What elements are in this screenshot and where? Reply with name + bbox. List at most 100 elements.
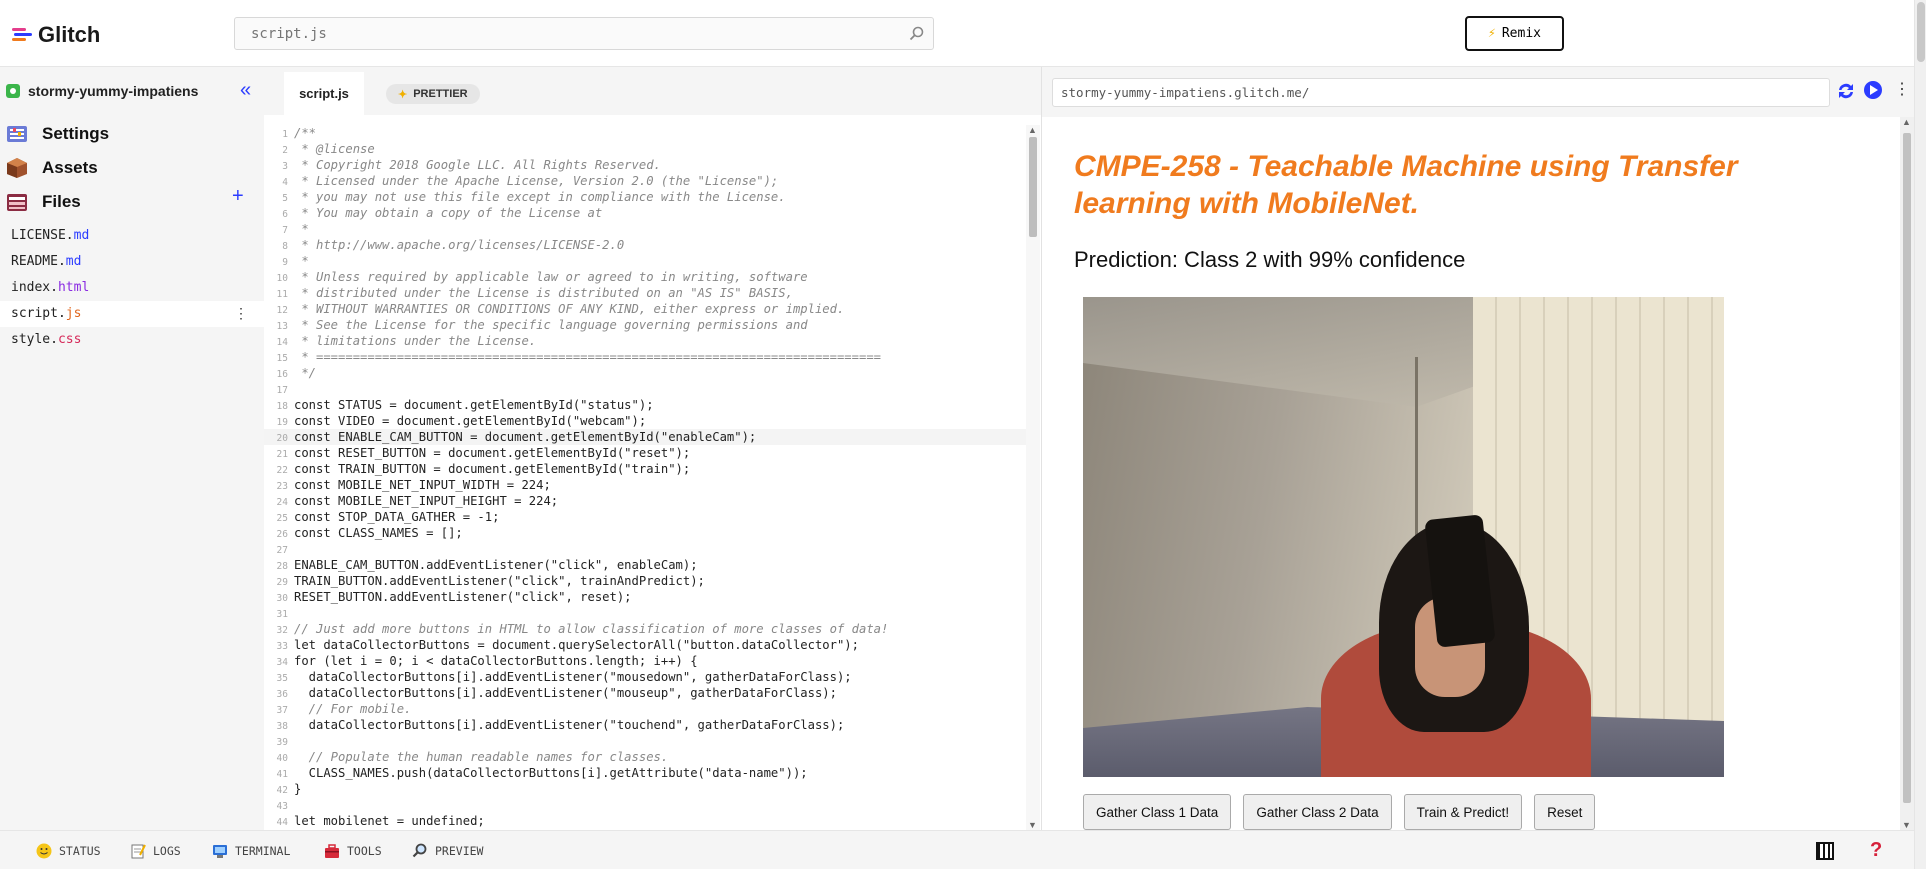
code-line[interactable]: 20 const ENABLE_CAM_BUTTON = document.get…: [264, 429, 1026, 445]
editor-scrollbar[interactable]: ▲ ▼: [1026, 125, 1040, 830]
scroll-thumb[interactable]: [1029, 137, 1037, 237]
code-line[interactable]: 8 * http://www.apache.org/licenses/LICEN…: [264, 237, 1026, 253]
code-line[interactable]: 5 * you may not use this file except in …: [264, 189, 1026, 205]
add-file-icon[interactable]: +: [232, 185, 244, 208]
code-text: * Licensed under the Apache License, Ver…: [294, 174, 779, 188]
code-text: * WITHOUT WARRANTIES OR CONDITIONS OF AN…: [294, 302, 845, 316]
code-line[interactable]: 23 const MOBILE_NET_INPUT_WIDTH = 224;: [264, 477, 1026, 493]
remix-button[interactable]: ⚡ Remix: [1465, 16, 1564, 51]
code-line[interactable]: 30 RESET_BUTTON.addEventListener("click",…: [264, 589, 1026, 605]
collapse-sidebar-icon[interactable]: «: [240, 79, 251, 102]
code-line[interactable]: 1/**: [264, 125, 1026, 141]
scroll-up-arrow-icon[interactable]: ▲: [1028, 125, 1037, 135]
play-icon[interactable]: [1864, 81, 1882, 99]
code-text: const VIDEO = document.getElementById("w…: [294, 414, 647, 428]
code-line[interactable]: 43: [264, 797, 1026, 813]
file-item-index[interactable]: index.html: [0, 275, 264, 301]
file-item-style[interactable]: style.css: [0, 327, 264, 353]
file-ext: md: [73, 228, 90, 243]
sidebar-item-settings[interactable]: Settings: [6, 117, 109, 151]
code-line[interactable]: 3 * Copyright 2018 Google LLC. All Right…: [264, 157, 1026, 173]
code-line[interactable]: 38 dataCollectorButtons[i].addEventListe…: [264, 717, 1026, 733]
code-line[interactable]: 24 const MOBILE_NET_INPUT_HEIGHT = 224;: [264, 493, 1026, 509]
code-line[interactable]: 32// Just add more buttons in HTML to al…: [264, 621, 1026, 637]
code-text: * limitations under the License.: [294, 334, 537, 348]
glitch-logo[interactable]: Glitch: [12, 22, 100, 48]
code-line[interactable]: 26 const CLASS_NAMES = [];: [264, 525, 1026, 541]
code-line[interactable]: 10 * Unless required by applicable law o…: [264, 269, 1026, 285]
code-line[interactable]: 17: [264, 381, 1026, 397]
code-line[interactable]: 33 let dataCollectorButtons = document.qu…: [264, 637, 1026, 653]
code-line[interactable]: 29 TRAIN_BUTTON.addEventListener("click",…: [264, 573, 1026, 589]
code-line[interactable]: 12 * WITHOUT WARRANTIES OR CONDITIONS OF…: [264, 301, 1026, 317]
preview-button[interactable]: PREVIEW: [412, 843, 483, 859]
window-scrollbar[interactable]: [1914, 0, 1926, 869]
help-icon[interactable]: ?: [1870, 839, 1882, 862]
code-line[interactable]: 11 * distributed under the License is di…: [264, 285, 1026, 301]
app-name: Glitch: [38, 22, 101, 47]
code-line[interactable]: 31: [264, 605, 1026, 621]
code-line[interactable]: 2 * @license: [264, 141, 1026, 157]
code-line[interactable]: 19 const VIDEO = document.getElementById(…: [264, 413, 1026, 429]
code-line[interactable]: 14 * limitations under the License.: [264, 333, 1026, 349]
code-text: ENABLE_CAM_BUTTON.addEventListener("clic…: [294, 558, 698, 572]
gather-class-2-button[interactable]: Gather Class 2 Data: [1243, 794, 1392, 830]
scroll-thumb[interactable]: [1917, 2, 1925, 62]
code-line[interactable]: 41 CLASS_NAMES.push(dataCollectorButtons…: [264, 765, 1026, 781]
scroll-down-arrow-icon[interactable]: ▼: [1028, 820, 1037, 830]
search-icon[interactable]: [909, 26, 925, 42]
code-line[interactable]: 16 */: [264, 365, 1026, 381]
scroll-up-arrow-icon[interactable]: ▲: [1902, 117, 1911, 127]
prettier-button[interactable]: ✦ PRETTIER: [386, 84, 480, 104]
preview-url-bar[interactable]: stormy-yummy-impatiens.glitch.me/: [1052, 78, 1830, 107]
refresh-icon[interactable]: [1836, 81, 1856, 101]
project-name-row[interactable]: stormy-yummy-impatiens: [6, 83, 198, 99]
code-line[interactable]: 37 // For mobile.: [264, 701, 1026, 717]
file-item-license[interactable]: LICENSE.md: [0, 223, 264, 249]
file-item-readme[interactable]: README.md: [0, 249, 264, 275]
code-text: * Copyright 2018 Google LLC. All Rights …: [294, 158, 661, 172]
preview-scrollbar[interactable]: ▲ ▼: [1900, 117, 1914, 830]
code-line[interactable]: 27: [264, 541, 1026, 557]
search-input[interactable]: [235, 18, 933, 49]
code-line[interactable]: 4 * Licensed under the Apache License, V…: [264, 173, 1026, 189]
code-line[interactable]: 34 for (let i = 0; i < dataCollectorButto…: [264, 653, 1026, 669]
code-line[interactable]: 35 dataCollectorButtons[i].addEventListe…: [264, 669, 1026, 685]
code-line[interactable]: 36 dataCollectorButtons[i].addEventListe…: [264, 685, 1026, 701]
file-options-icon[interactable]: ⋮: [234, 301, 248, 327]
reset-button[interactable]: Reset: [1534, 794, 1596, 830]
code-line[interactable]: 6 * You may obtain a copy of the License…: [264, 205, 1026, 221]
tab-script-js[interactable]: script.js: [284, 72, 364, 115]
gather-class-1-button[interactable]: Gather Class 1 Data: [1083, 794, 1232, 830]
code-line[interactable]: 15 * ===================================…: [264, 349, 1026, 365]
code-line[interactable]: 44 let mobilenet = undefined;: [264, 813, 1026, 829]
code-line[interactable]: 42}: [264, 781, 1026, 797]
tools-button[interactable]: TOOLS: [324, 843, 382, 859]
code-line[interactable]: 22 const TRAIN_BUTTON = document.getEleme…: [264, 461, 1026, 477]
sidebar-item-assets[interactable]: Assets: [6, 151, 109, 185]
code-line[interactable]: 28 ENABLE_CAM_BUTTON.addEventListener("cl…: [264, 557, 1026, 573]
bottom-item-label: TERMINAL: [235, 844, 291, 858]
code-line[interactable]: 40 // Populate the human readable names …: [264, 749, 1026, 765]
piano-icon[interactable]: [1816, 842, 1834, 860]
scroll-thumb[interactable]: [1903, 133, 1911, 803]
code-line[interactable]: 7 *: [264, 221, 1026, 237]
logs-button[interactable]: LOGS: [130, 843, 181, 859]
train-predict-button[interactable]: Train & Predict!: [1403, 794, 1523, 830]
sidebar-item-files[interactable]: Files: [6, 185, 109, 219]
code-area[interactable]: 1/** 2 * @license 3 * Copyright 2018 Googl…: [264, 125, 1026, 830]
code-line[interactable]: 25 const STOP_DATA_GATHER = -1;: [264, 509, 1026, 525]
terminal-button[interactable]: TERMINAL: [212, 843, 290, 859]
code-line[interactable]: 13 * See the License for the specific la…: [264, 317, 1026, 333]
line-number: 44: [276, 817, 288, 828]
file-item-script[interactable]: script.js ⋮: [0, 301, 264, 327]
code-text: * Unless required by applicable law or a…: [294, 270, 808, 284]
more-options-icon[interactable]: ⋮: [1894, 79, 1910, 99]
status-button[interactable]: STATUS: [36, 843, 101, 859]
code-line[interactable]: 21 const RESET_BUTTON = document.getEleme…: [264, 445, 1026, 461]
code-line[interactable]: 39: [264, 733, 1026, 749]
code-line[interactable]: 9 *: [264, 253, 1026, 269]
code-line[interactable]: 18 const STATUS = document.getElementById…: [264, 397, 1026, 413]
search-box[interactable]: [234, 17, 934, 50]
scroll-down-arrow-icon[interactable]: ▼: [1902, 820, 1911, 830]
